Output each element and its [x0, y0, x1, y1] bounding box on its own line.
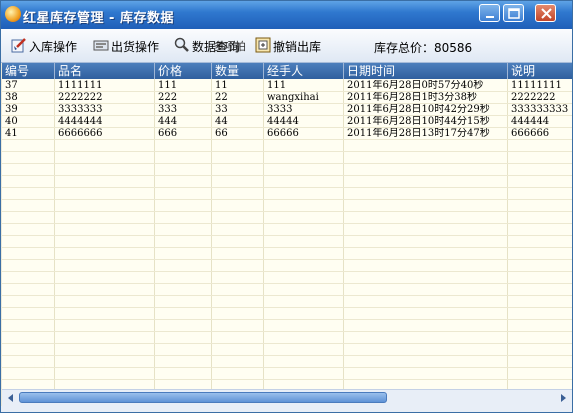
- row-gridline: [2, 175, 572, 176]
- row-gridline: [2, 271, 572, 272]
- cell-quantity: 22: [215, 92, 228, 103]
- scroll-left-icon[interactable]: [4, 391, 18, 405]
- cell-quantity: 66: [215, 128, 228, 139]
- row-gridline: [2, 343, 572, 344]
- cell-quantity: 33: [215, 104, 228, 115]
- row-gridline: [2, 307, 572, 308]
- cell-note: 2222222: [511, 92, 556, 103]
- row-gridline: [2, 367, 572, 368]
- table-row[interactable]: 37 1111111 111 11 111 2011年6月28日0时57分40秒…: [2, 80, 572, 92]
- row-gridline: [2, 295, 572, 296]
- cell-datetime: 2011年6月28日10时42分29秒: [347, 104, 490, 115]
- cell-quantity: 11: [215, 80, 228, 91]
- column-header-price[interactable]: 价格: [155, 63, 212, 79]
- search-icon: [174, 37, 189, 52]
- stock-in-label: 入库操作: [29, 40, 78, 54]
- cell-price: 333: [158, 104, 178, 115]
- close-icon: [541, 8, 552, 19]
- cell-name: 4444444: [58, 116, 103, 127]
- cell-id: 38: [5, 92, 18, 103]
- column-header-quantity[interactable]: 数量: [212, 63, 264, 79]
- cell-datetime: 2011年6月28日13时17分47秒: [347, 128, 490, 139]
- cell-name: 3333333: [58, 104, 103, 115]
- cell-name: 6666666: [58, 128, 103, 139]
- cell-price: 111: [158, 80, 178, 91]
- cell-datetime: 2011年6月28日0时57分40秒: [347, 80, 484, 91]
- cell-name: 2222222: [58, 92, 103, 103]
- cell-datetime: 2011年6月28日10时44分15秒: [347, 116, 490, 127]
- minimize-button[interactable]: [479, 4, 500, 22]
- undo-outbound-icon: [255, 37, 271, 53]
- row-gridline: [2, 259, 572, 260]
- cell-handler: 44444: [267, 116, 299, 127]
- cell-note: 666666: [511, 128, 550, 139]
- close-button[interactable]: [535, 4, 556, 22]
- inventory-total-label: 库存总价：: [374, 41, 435, 55]
- minimize-icon: [486, 16, 494, 18]
- horizontal-scrollbar[interactable]: [2, 389, 572, 406]
- cell-id: 41: [5, 128, 18, 139]
- table-row[interactable]: 38 2222222 222 22 wangxihai 2011年6月28日1时…: [2, 92, 572, 104]
- row-gridline: [2, 187, 572, 188]
- scrollbar-thumb[interactable]: [19, 392, 387, 403]
- column-header-datetime[interactable]: 日期时间: [344, 63, 508, 79]
- cell-id: 40: [5, 116, 18, 127]
- app-logo-icon: [5, 6, 21, 22]
- row-gridline: [2, 319, 572, 320]
- cell-price: 666: [158, 128, 178, 139]
- row-gridline: [2, 235, 572, 236]
- window-bottom-edge: [1, 406, 572, 412]
- cell-handler: wangxihai: [267, 92, 319, 103]
- cell-handler: 111: [267, 80, 287, 91]
- row-gridline: [2, 211, 572, 212]
- maximize-button[interactable]: [503, 4, 524, 22]
- row-gridline: [2, 223, 572, 224]
- column-header-handler[interactable]: 经手人: [264, 63, 344, 79]
- cell-note: 444444: [511, 116, 550, 127]
- column-header-id[interactable]: 编号: [2, 63, 55, 79]
- row-gridline: [2, 199, 572, 200]
- table-row[interactable]: 40 4444444 444 44 44444 2011年6月28日10时44分…: [2, 116, 572, 128]
- shipment-icon: [93, 40, 109, 51]
- stock-in-icon: [11, 38, 26, 53]
- cell-name: 1111111: [58, 80, 103, 91]
- maximize-icon: [508, 8, 520, 19]
- table-row[interactable]: 41 6666666 666 66 66666 2011年6月28日13时17分…: [2, 128, 572, 140]
- inventory-table: 编号 品名 价格 数量 经手人 日期时间 说明 37 1111111 111 1…: [2, 63, 572, 389]
- row-gridline: [2, 331, 572, 332]
- row-gridline: [2, 379, 572, 380]
- cell-id: 39: [5, 104, 18, 115]
- window-title: 红星库存管理 - 库存数据: [23, 11, 174, 26]
- scroll-right-icon[interactable]: [556, 391, 570, 405]
- overlapping-label: 多项拍: [213, 38, 246, 56]
- toolbar: 入库操作 出货操作 数据查询 多项拍 撤销出库 库存总价：80586: [1, 29, 572, 63]
- cell-note: 333333333: [511, 104, 569, 115]
- column-header-name[interactable]: 品名: [55, 63, 155, 79]
- column-header-note[interactable]: 说明: [508, 63, 572, 79]
- cell-note: 11111111: [511, 80, 562, 91]
- undo-outbound-label: 撤销出库: [273, 40, 322, 54]
- inventory-total: 库存总价：80586: [374, 39, 472, 56]
- overlapping-label-text: 多项拍: [213, 40, 246, 53]
- shipment-label: 出货操作: [111, 40, 160, 54]
- table-row[interactable]: 39 3333333 333 33 3333 2011年6月28日10时42分2…: [2, 104, 572, 116]
- row-gridline: [2, 355, 572, 356]
- inventory-total-value: 80586: [434, 41, 473, 55]
- cell-price: 444: [158, 116, 178, 127]
- cell-handler: 3333: [267, 104, 293, 115]
- row-gridline: [2, 163, 572, 164]
- row-gridline: [2, 151, 572, 152]
- table-header: 编号 品名 价格 数量 经手人 日期时间 说明: [2, 63, 572, 79]
- cell-price: 222: [158, 92, 178, 103]
- main-window: 红星库存管理 - 库存数据 入库操作 出货操作 数据查询 多项拍 撤销出库 库存…: [0, 0, 573, 413]
- cell-id: 37: [5, 80, 18, 91]
- cell-handler: 66666: [267, 128, 299, 139]
- cell-quantity: 44: [215, 116, 228, 127]
- row-gridline: [2, 247, 572, 248]
- title-bar[interactable]: 红星库存管理 - 库存数据: [1, 1, 572, 29]
- row-gridline: [2, 283, 572, 284]
- cell-datetime: 2011年6月28日1时3分38秒: [347, 92, 477, 103]
